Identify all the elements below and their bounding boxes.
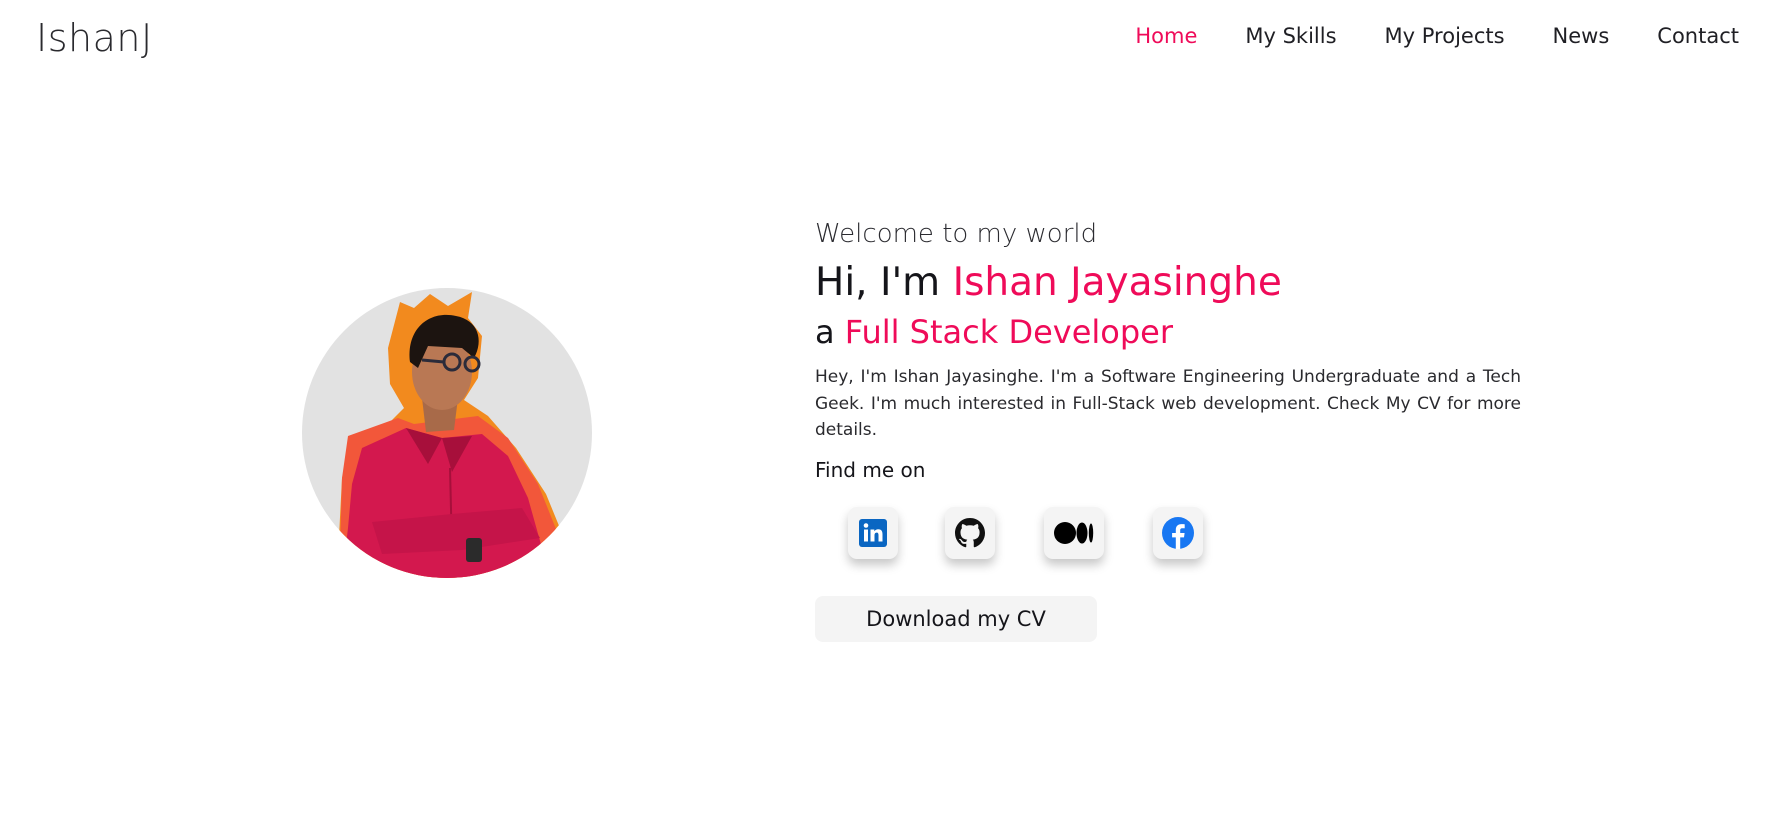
role-heading: a Full Stack Developer	[815, 310, 1521, 354]
github-icon	[955, 518, 985, 548]
nav-my-skills[interactable]: My Skills	[1245, 24, 1336, 48]
role-title: Full Stack Developer	[844, 313, 1174, 351]
person-name: Ishan Jayasinghe	[952, 260, 1282, 305]
greeting-prefix: Hi, I'm	[815, 260, 953, 305]
medium-icon	[1054, 522, 1094, 544]
role-prefix: a	[815, 313, 845, 351]
medium-link[interactable]	[1044, 507, 1104, 559]
nav-contact[interactable]: Contact	[1657, 24, 1739, 48]
nav-news[interactable]: News	[1553, 24, 1610, 48]
profile-avatar	[302, 288, 592, 578]
facebook-link[interactable]	[1153, 507, 1203, 559]
welcome-text: Welcome to my world	[815, 219, 1098, 249]
linkedin-link[interactable]	[848, 507, 898, 559]
linkedin-icon	[859, 519, 887, 547]
bio-text: Hey, I'm Ishan Jayasinghe. I'm a Softwar…	[815, 367, 1521, 440]
watch	[466, 538, 482, 562]
download-cv-button[interactable]: Download my CV	[815, 596, 1097, 642]
nav-home[interactable]: Home	[1135, 24, 1197, 48]
page: IshanJ Home My Skills My Projects News C…	[0, 0, 1791, 813]
greeting-heading: Hi, I'm Ishan Jayasinghe	[815, 258, 1521, 308]
hero-section: Welcome to my world Hi, I'm Ishan Jayasi…	[815, 216, 1521, 642]
profile-photo	[302, 292, 592, 578]
facebook-icon	[1162, 517, 1194, 549]
github-link[interactable]	[945, 507, 995, 559]
social-links	[848, 507, 1228, 567]
nav-my-projects[interactable]: My Projects	[1385, 24, 1505, 48]
main-nav: Home My Skills My Projects News Contact	[1135, 24, 1739, 48]
site-logo[interactable]: IshanJ	[36, 16, 153, 60]
find-me-title: Find me on	[815, 457, 926, 482]
